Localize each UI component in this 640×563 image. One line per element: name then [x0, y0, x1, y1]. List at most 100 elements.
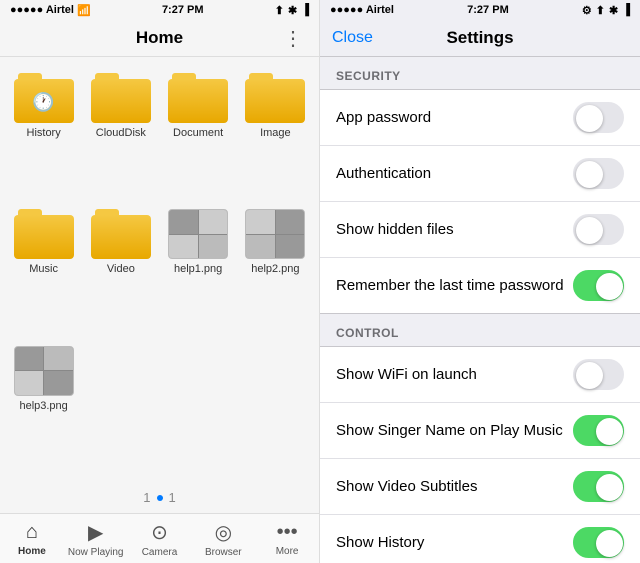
right-gear-icon: ⚙: [582, 4, 592, 17]
right-bluetooth-icon: ✱: [609, 4, 618, 17]
show-hidden-files-toggle[interactable]: [573, 214, 624, 245]
show-history-toggle[interactable]: [573, 527, 624, 558]
settings-row-show-history[interactable]: Show History: [320, 515, 640, 563]
nav-label-browser: Browser: [205, 547, 242, 558]
nav-item-camera[interactable]: ⊙ Camera: [128, 514, 192, 563]
page-next: 1: [169, 490, 176, 505]
folder-icon: [245, 73, 305, 123]
left-status-bar: ●●●●● Airtel 📶 7:27 PM ⬆ ✱ ▐: [0, 0, 319, 20]
list-item[interactable]: help1.png: [165, 209, 232, 335]
nav-label-camera: Camera: [142, 547, 178, 558]
settings-row-app-password[interactable]: App password: [320, 90, 640, 146]
pagination: 1 1: [0, 482, 319, 513]
folder-icon: [91, 73, 151, 123]
left-header: Home ⋮: [0, 20, 319, 57]
settings-row-authentication[interactable]: Authentication: [320, 146, 640, 202]
page-prev: 1: [143, 490, 150, 505]
nav-item-browser[interactable]: ◎ Browser: [191, 514, 255, 563]
control-settings-group: Show WiFi on launch Show Singer Name on …: [320, 346, 640, 563]
nav-item-more[interactable]: ••• More: [255, 514, 319, 563]
thumbnail-icon: [14, 346, 74, 396]
list-item[interactable]: help2.png: [242, 209, 309, 335]
home-icon: ⌂: [26, 521, 38, 544]
bluetooth-icon: ✱: [288, 4, 297, 17]
folder-icon: [14, 209, 74, 259]
close-button[interactable]: Close: [332, 29, 373, 47]
right-time: 7:27 PM: [467, 4, 509, 16]
app-password-toggle[interactable]: [573, 102, 624, 133]
carrier-text: ●●●●● Airtel: [10, 4, 74, 16]
list-item[interactable]: help3.png: [10, 346, 77, 472]
toggle-knob: [576, 161, 603, 188]
file-label: help1.png: [174, 263, 222, 275]
folder-icon: 🕐: [14, 73, 74, 123]
list-item[interactable]: CloudDisk: [87, 73, 154, 199]
pagination-dot: [157, 495, 163, 501]
right-carrier: ●●●●● Airtel: [330, 4, 394, 16]
left-panel: ●●●●● Airtel 📶 7:27 PM ⬆ ✱ ▐ Home ⋮ 🕐 Hi…: [0, 0, 320, 563]
settings-row-show-wifi[interactable]: Show WiFi on launch: [320, 347, 640, 403]
settings-row-remember-password[interactable]: Remember the last time password: [320, 258, 640, 313]
right-panel: ●●●●● Airtel 7:27 PM ⚙ ⬆ ✱ ▐ Close Setti…: [320, 0, 640, 563]
setting-label: Show hidden files: [336, 221, 573, 238]
nav-item-now-playing[interactable]: ▶ Now Playing: [64, 514, 128, 563]
browser-icon: ◎: [215, 520, 232, 545]
file-label: help2.png: [251, 263, 299, 275]
toggle-knob: [576, 217, 603, 244]
right-battery-icon: ▐: [622, 4, 630, 16]
section-header-security: SECURITY: [320, 57, 640, 89]
battery-icon: ▐: [301, 4, 309, 16]
file-label: Music: [29, 263, 58, 275]
file-label: Document: [173, 127, 223, 139]
toggle-knob: [596, 273, 623, 300]
left-header-title: Home: [136, 28, 183, 48]
setting-label: Show Singer Name on Play Music: [336, 422, 573, 439]
toggle-knob: [576, 362, 603, 389]
setting-label: Remember the last time password: [336, 277, 573, 294]
file-label: help3.png: [19, 400, 67, 412]
nav-label-more: More: [276, 546, 299, 557]
more-icon: •••: [277, 521, 298, 544]
list-item[interactable]: Video: [87, 209, 154, 335]
list-item[interactable]: 🕐 History: [10, 73, 77, 199]
camera-icon: ⊙: [151, 520, 168, 545]
settings-list: SECURITY App password Authentication Sho…: [320, 57, 640, 563]
section-header-control: CONTROL: [320, 314, 640, 346]
settings-row-show-singer[interactable]: Show Singer Name on Play Music: [320, 403, 640, 459]
status-right: ⬆ ✱ ▐: [275, 4, 309, 17]
security-settings-group: App password Authentication Show hidden …: [320, 89, 640, 314]
nav-label-now-playing: Now Playing: [68, 547, 124, 558]
file-label: History: [27, 127, 61, 139]
folder-icon: [91, 209, 151, 259]
clock-icon: 🕐: [32, 92, 54, 113]
settings-row-show-subtitles[interactable]: Show Video Subtitles: [320, 459, 640, 515]
file-label: Video: [107, 263, 135, 275]
show-wifi-toggle[interactable]: [573, 359, 624, 390]
thumbnail-icon: [245, 209, 305, 259]
list-item[interactable]: Image: [242, 73, 309, 199]
nav-label-home: Home: [18, 546, 46, 557]
show-subtitles-toggle[interactable]: [573, 471, 624, 502]
right-location-icon: ⬆: [596, 4, 605, 17]
toggle-knob: [596, 474, 623, 501]
status-left: ●●●●● Airtel 📶: [10, 4, 91, 17]
authentication-toggle[interactable]: [573, 158, 624, 189]
right-header: Close Settings: [320, 20, 640, 57]
wifi-icon: 📶: [77, 4, 91, 17]
remember-password-toggle[interactable]: [573, 270, 624, 301]
more-menu-button[interactable]: ⋮: [283, 26, 303, 51]
location-icon: ⬆: [275, 4, 284, 17]
show-singer-toggle[interactable]: [573, 415, 624, 446]
time-display: 7:27 PM: [162, 4, 204, 16]
toggle-knob: [596, 418, 623, 445]
settings-title: Settings: [446, 28, 513, 48]
file-label: Image: [260, 127, 291, 139]
setting-label: Show Video Subtitles: [336, 478, 573, 495]
file-label: CloudDisk: [96, 127, 146, 139]
settings-row-show-hidden-files[interactable]: Show hidden files: [320, 202, 640, 258]
thumbnail-icon: [168, 209, 228, 259]
nav-item-home[interactable]: ⌂ Home: [0, 514, 64, 563]
setting-label: Authentication: [336, 165, 573, 182]
list-item[interactable]: Music: [10, 209, 77, 335]
list-item[interactable]: Document: [165, 73, 232, 199]
